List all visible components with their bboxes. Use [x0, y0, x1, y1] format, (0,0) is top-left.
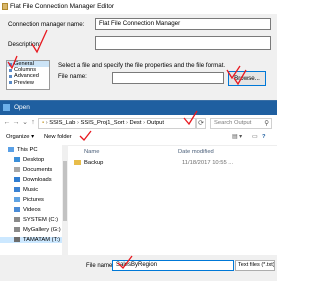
refresh-icon[interactable]: ⟳ [196, 118, 206, 129]
pc-icon [8, 147, 14, 152]
documents-icon [14, 167, 20, 172]
description-label: Description: [8, 41, 41, 48]
tree-item-mygallery-g[interactable]: MyGallery (G:) [14, 227, 61, 233]
drive-icon [14, 227, 20, 232]
tree-item-tamatam-t[interactable]: TAMATAM (T:) [0, 237, 62, 244]
organize-label: Organize [6, 134, 30, 140]
tree-item-desktop[interactable]: Desktop [14, 157, 44, 163]
file-name-label: File name: [58, 73, 87, 80]
tree-item-this-pc[interactable]: This PC [8, 147, 38, 153]
folder-icon: ▪ [42, 120, 45, 126]
file-row[interactable]: Backup 11/18/2017 10:55 ... [72, 159, 272, 167]
tree-item-videos[interactable]: Videos [14, 207, 41, 213]
file-name: Backup [84, 160, 104, 166]
address-bar[interactable]: ▪ › SSIS_Lab › SSIS_Proj1_Sort › Dest › … [38, 118, 196, 129]
folder-icon [74, 160, 81, 165]
navigation-pane: This PC Desktop Documents Downloads Musi… [0, 145, 68, 255]
desktop-icon [14, 157, 20, 162]
tree-item-music[interactable]: Music [14, 187, 38, 193]
tree-item-documents[interactable]: Documents [14, 167, 52, 173]
open-file-name-input[interactable]: SalesByRegion [112, 260, 234, 271]
file-type-select[interactable]: Text files (*.txt) [235, 260, 275, 271]
chevron-down-icon: ▾ [31, 134, 35, 140]
scrollbar-thumb[interactable] [63, 161, 67, 221]
up-arrow-icon[interactable]: ↑ [29, 118, 37, 128]
connection-manager-name-input[interactable]: Flat File Connection Manager [95, 18, 271, 30]
browse-button[interactable]: Browse... [228, 71, 266, 86]
view-options-icon[interactable]: ▤ ▾ [232, 134, 242, 140]
breadcrumb-dest[interactable]: Dest [130, 120, 142, 126]
open-title: Open [14, 104, 30, 111]
dialog-footer: File name: SalesByRegion Text files (*.t… [0, 255, 277, 281]
music-icon [14, 187, 20, 192]
drive-icon [14, 217, 20, 222]
downloads-icon [14, 177, 20, 182]
open-titlebar: Open [0, 101, 277, 115]
breadcrumb-ssis-lab[interactable]: SSIS_Lab [49, 120, 75, 126]
videos-icon [14, 207, 20, 212]
organize-button[interactable]: Organize ▾ [6, 134, 34, 140]
help-icon[interactable]: ? [262, 134, 266, 140]
description-input[interactable] [95, 36, 271, 50]
tree-item-downloads[interactable]: Downloads [14, 177, 52, 183]
nav-item-preview[interactable]: Preview [7, 80, 49, 86]
breadcrumb-output[interactable]: Output [147, 120, 164, 126]
editor-nav-list: General Columns Advanced Preview [6, 60, 50, 90]
recent-dropdown-icon[interactable]: ⌄ [21, 118, 29, 128]
address-row: ← → ⌄ ↑ ▪ › SSIS_Lab › SSIS_Proj1_Sort ›… [0, 115, 277, 131]
editor-titlebar: Flat File Connection Manager Editor [0, 0, 277, 14]
pictures-icon [14, 197, 20, 202]
file-list: Name Date modified Backup 11/18/2017 10:… [68, 145, 277, 255]
tree-item-pictures[interactable]: Pictures [14, 197, 44, 203]
search-icon: ⚲ [264, 120, 269, 127]
back-arrow-icon[interactable]: ← [3, 118, 11, 128]
instruction-text: Select a file and specify the file prope… [58, 62, 226, 69]
editor-title: Flat File Connection Manager Editor [10, 3, 115, 10]
new-folder-button[interactable]: New folder [44, 134, 72, 140]
tree-item-system-c[interactable]: SYSTEM (C:) [14, 217, 58, 223]
drive-icon [14, 237, 20, 242]
connection-manager-name-label: Connection manager name: [8, 21, 85, 28]
search-placeholder: Search Output [214, 120, 252, 126]
forward-arrow-icon[interactable]: → [12, 118, 20, 128]
command-bar: Organize ▾ New folder ▤ ▾ ▭ ? [0, 131, 277, 146]
search-input[interactable]: Search Output ⚲ [210, 118, 272, 129]
open-file-name-label: File name: [86, 263, 115, 269]
open-file-dialog: Open ← → ⌄ ↑ ▪ › SSIS_Lab › SSIS_Proj1_S… [0, 100, 277, 281]
file-date: 11/18/2017 10:55 ... [182, 160, 234, 166]
open-dialog-icon [3, 104, 10, 111]
file-name-input[interactable] [112, 72, 224, 84]
flat-file-editor-window: Flat File Connection Manager Editor Conn… [0, 0, 277, 102]
column-header-date-modified[interactable]: Date modified [178, 149, 214, 155]
app-icon [2, 3, 8, 10]
column-header-name[interactable]: Name [84, 149, 99, 155]
breadcrumb-ssis-proj1-sort[interactable]: SSIS_Proj1_Sort [81, 120, 125, 126]
preview-pane-icon[interactable]: ▭ [252, 134, 257, 140]
